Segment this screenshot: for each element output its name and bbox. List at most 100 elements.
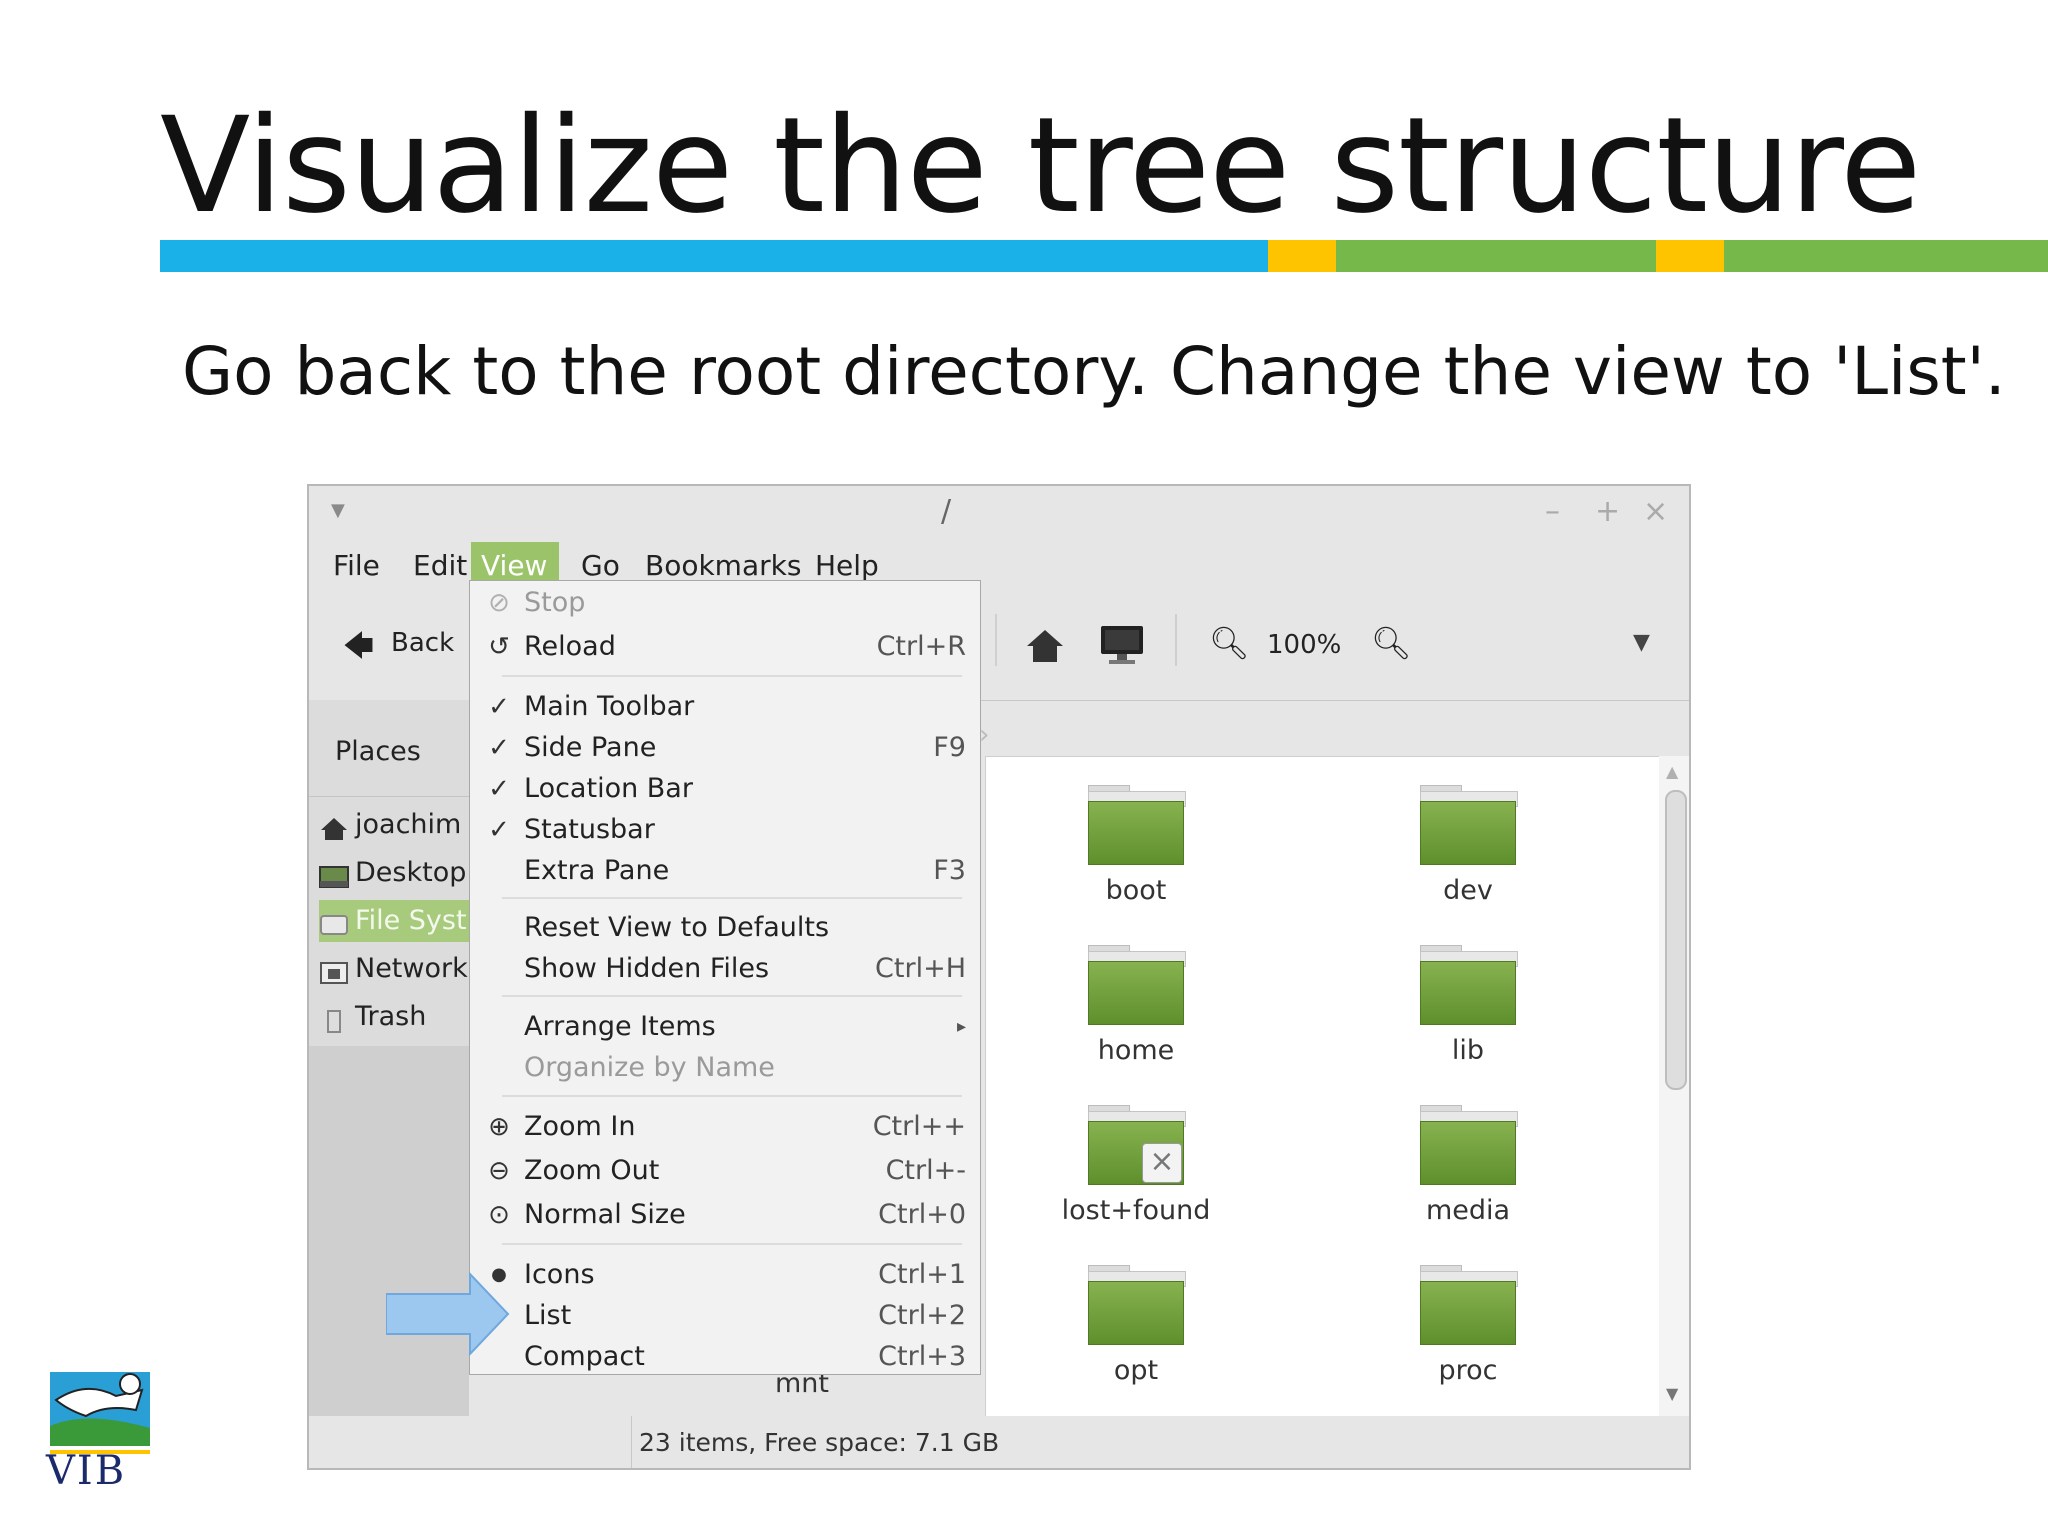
computer-icon[interactable] [1099, 624, 1145, 666]
menu-item-label: Side Pane [524, 732, 657, 763]
menu-item-zoom-in[interactable]: ⊕ Zoom In Ctrl++ [470, 1107, 980, 1147]
sidebar-item-filesystem[interactable]: File Syst [319, 900, 469, 942]
maximize-button[interactable]: + [1595, 494, 1620, 529]
toolbar-overflow-icon[interactable]: ▼ [1633, 630, 1650, 655]
folder-item[interactable]: home [1056, 945, 1216, 1066]
zoom-out-icon[interactable]: 🔍︎ [1209, 624, 1250, 662]
file-view: boot dev home lib × lost+found media opt [985, 756, 1661, 1418]
window-title: / [941, 494, 952, 529]
menu-file[interactable]: File [323, 542, 390, 590]
folder-name: lost+found [1061, 1195, 1211, 1226]
folder-item[interactable]: opt [1056, 1265, 1216, 1386]
menu-item-label: Location Bar [524, 773, 693, 804]
menu-item-shortcut: Ctrl+- [885, 1155, 966, 1186]
scroll-up-icon[interactable]: ▲ [1666, 762, 1678, 781]
menu-item-shortcut: Ctrl+3 [878, 1341, 966, 1372]
folder-item[interactable]: × lost+found [1056, 1105, 1216, 1226]
menu-item-normal-size[interactable]: ⊙ Normal Size Ctrl+0 [470, 1195, 980, 1235]
folder-item[interactable]: media [1388, 1105, 1548, 1226]
sidebar-item-desktop[interactable]: Desktop [319, 852, 469, 894]
accent-segment-blue [160, 240, 1268, 272]
folder-item[interactable]: lib [1388, 945, 1548, 1066]
menu-item-shortcut: Ctrl+2 [878, 1300, 966, 1331]
view-menu: ⊘ Stop ↺ Reload Ctrl+R ✓ Main Toolbar ✓ … [469, 580, 981, 1375]
status-bar: 23 items, Free space: 7.1 GB [309, 1416, 1689, 1468]
menu-item-label: Stop [524, 587, 586, 618]
sidebar-item-network[interactable]: Network [319, 948, 469, 990]
folder-name: boot [1105, 875, 1167, 906]
menu-item-statusbar[interactable]: ✓ Statusbar [470, 810, 980, 850]
sidebar-item-trash[interactable]: Trash [319, 996, 469, 1038]
zoom-level: 100% [1267, 630, 1342, 660]
menu-item-shortcut: Ctrl+R [876, 631, 966, 662]
menu-item-main-toolbar[interactable]: ✓ Main Toolbar [470, 687, 980, 727]
menu-item-location-bar[interactable]: ✓ Location Bar [470, 769, 980, 809]
menu-item-show-hidden[interactable]: Show Hidden Files Ctrl+H [470, 949, 980, 989]
menu-item-organize-by-name[interactable]: Organize by Name [470, 1048, 980, 1088]
trash-icon [319, 1005, 349, 1033]
folder-name: dev [1443, 875, 1493, 906]
folder-icon [1088, 785, 1186, 867]
menu-item-list[interactable]: List Ctrl+2 [470, 1296, 980, 1336]
menu-item-label: Arrange Items [524, 1011, 716, 1042]
network-icon [319, 957, 349, 984]
menu-item-zoom-out[interactable]: ⊖ Zoom Out Ctrl+- [470, 1151, 980, 1191]
menu-separator [502, 897, 962, 899]
menu-item-reload[interactable]: ↺ Reload Ctrl+R [470, 627, 980, 667]
folder-name: media [1425, 1195, 1511, 1226]
zoom-in-icon[interactable]: 🔍︎ [1371, 624, 1412, 662]
menu-item-label: Statusbar [524, 814, 655, 845]
vib-logo-text: VIB [46, 1448, 127, 1494]
window-menu-icon[interactable]: ▼ [331, 500, 345, 521]
folder-icon [1088, 945, 1186, 1027]
menu-edit[interactable]: Edit [403, 542, 477, 590]
menu-item-stop[interactable]: ⊘ Stop [470, 583, 980, 623]
drive-icon [319, 909, 349, 935]
home-icon[interactable] [1025, 628, 1065, 664]
folder-icon: × [1088, 1105, 1186, 1187]
menu-item-compact[interactable]: Compact Ctrl+3 [470, 1337, 980, 1377]
menu-item-extra-pane[interactable]: Extra Pane F3 [470, 851, 980, 891]
menu-item-reset-view[interactable]: Reset View to Defaults [470, 908, 980, 948]
back-arrow-icon[interactable]: 🡄 [343, 624, 374, 675]
checkmark-icon: ✓ [488, 733, 510, 763]
minimize-button[interactable]: – [1545, 494, 1560, 529]
toolbar-separator [1175, 614, 1177, 666]
checkmark-icon: ✓ [488, 692, 510, 722]
menu-separator [502, 1243, 962, 1245]
menu-separator [502, 675, 962, 677]
places-header[interactable]: Places [335, 736, 421, 767]
accent-segment-green-2 [1724, 240, 2048, 272]
accent-segment-yellow-2 [1656, 240, 1724, 272]
slide-subtitle: Go back to the root directory. Change th… [182, 333, 2006, 410]
vertical-scrollbar[interactable]: ▲ ▼ [1659, 756, 1689, 1416]
sidebar-item-label: Trash [355, 1001, 427, 1032]
menu-item-shortcut: Ctrl+0 [878, 1199, 966, 1230]
close-button[interactable]: × [1643, 494, 1668, 529]
sidebar-item-home[interactable]: joachim [319, 804, 469, 846]
menu-item-shortcut: Ctrl++ [872, 1111, 966, 1142]
reload-icon: ↺ [488, 632, 510, 662]
folder-name: proc [1438, 1355, 1498, 1386]
scroll-down-icon[interactable]: ▼ [1666, 1384, 1678, 1403]
folder-item[interactable]: boot [1056, 785, 1216, 906]
folder-icon [1420, 945, 1518, 1027]
folder-item[interactable]: dev [1388, 785, 1548, 906]
menu-item-side-pane[interactable]: ✓ Side Pane F9 [470, 728, 980, 768]
scrollbar-thumb[interactable] [1665, 790, 1687, 1090]
pointer-arrow-icon [386, 1272, 510, 1356]
menu-item-icons[interactable]: ● Icons Ctrl+1 [470, 1255, 980, 1295]
menu-item-arrange-items[interactable]: Arrange Items ▸ [470, 1007, 980, 1047]
sidebar-item-label: Desktop [355, 857, 467, 888]
status-text: 23 items, Free space: 7.1 GB [639, 1428, 1000, 1457]
menu-item-label: List [524, 1300, 572, 1331]
folder-icon [1420, 1265, 1518, 1347]
sidebar-item-label: joachim [355, 809, 462, 840]
toolbar-separator [995, 614, 997, 666]
sidebar-item-label: Network [355, 953, 468, 984]
menu-item-shortcut: Ctrl+1 [878, 1259, 966, 1290]
folder-icon [1088, 1265, 1186, 1347]
back-button-label[interactable]: Back [391, 628, 454, 658]
menu-item-shortcut: Ctrl+H [875, 953, 966, 984]
folder-item[interactable]: proc [1388, 1265, 1548, 1386]
